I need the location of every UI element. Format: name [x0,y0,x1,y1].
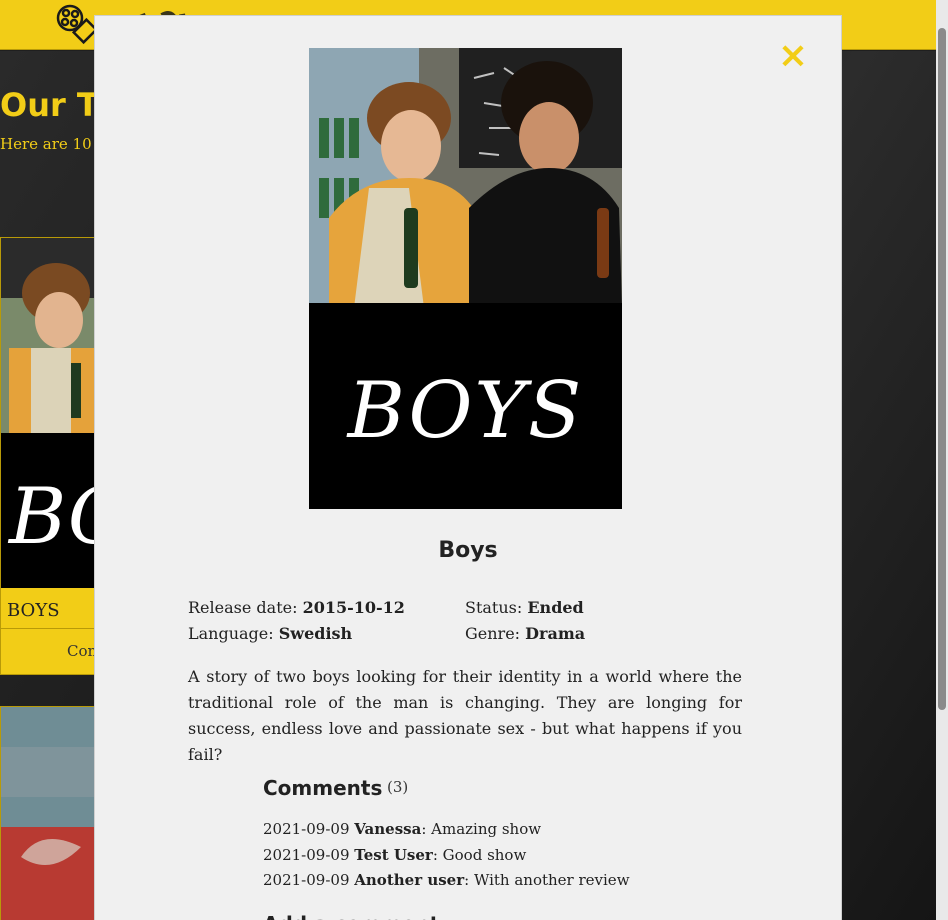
genre: Genre: Drama [465,624,585,643]
comment-text: : Good show [432,846,527,864]
comment-user: Test User [354,846,433,864]
genre-label: Genre: [465,624,526,643]
language-label: Language: [188,624,279,643]
comment-date: 2021-09-09 [263,820,350,838]
show-description: A story of two boys looking for their id… [188,667,742,764]
comment-date: 2021-09-09 [263,871,350,889]
comment-user: Another user [354,871,465,889]
comment-item: 2021-09-09 Vanessa: Amazing show [263,820,541,838]
comment-item: 2021-09-09 Test User: Good show [263,846,526,864]
poster-title-text: BOYS [347,366,584,456]
comment-text: : Amazing show [421,820,542,838]
comments-heading: Comments [263,776,383,800]
release-date-value: 2015-10-12 [302,598,405,617]
show-details-modal: × BOYS Boys Release date: 2015-10-12 Sta… [94,15,842,920]
comment-date: 2021-09-09 [263,846,350,864]
release-date: Release date: 2015-10-12 [188,598,405,617]
language-value: Swedish [278,624,353,643]
show-card-title: BOYS [7,600,60,621]
comment-user: Vanessa [354,820,422,838]
release-date-label: Release date: [188,598,303,617]
comment-text: : With another review [464,871,630,889]
show-name: Boys [438,538,498,563]
comment-item: 2021-09-09 Another user: With another re… [263,871,630,889]
scrollbar-thumb[interactable] [938,28,946,710]
language: Language: Swedish [188,624,352,643]
close-button[interactable]: × [777,36,809,76]
status-value: Ended [527,598,584,617]
status: Status: Ended [465,598,584,617]
status-label: Status: [465,598,528,617]
genre-value: Drama [525,624,586,643]
add-comment-heading: Add a comment [263,912,439,920]
comments-count: (3) [387,778,409,796]
show-poster: BOYS [309,48,622,509]
